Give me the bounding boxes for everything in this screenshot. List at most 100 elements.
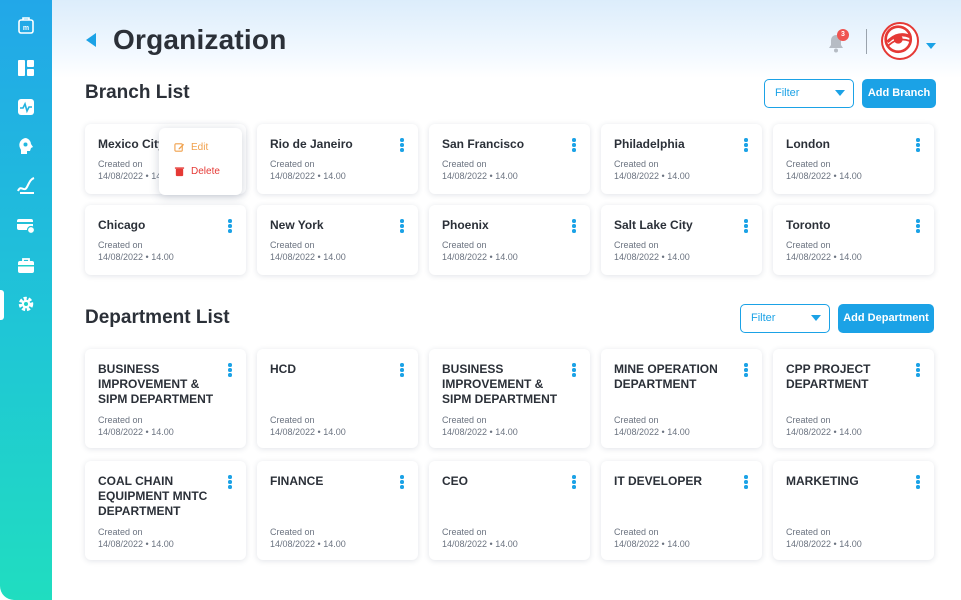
- branch-card[interactable]: New York Created on 14/08/2022 • 14.00: [257, 205, 418, 275]
- department-filter-select[interactable]: Filter: [740, 304, 830, 333]
- back-button[interactable]: [84, 31, 98, 49]
- card-settings-icon[interactable]: [14, 213, 38, 237]
- card-title: Rio de Janeiro: [270, 137, 353, 151]
- more-options-icon[interactable]: [742, 363, 750, 379]
- created-on-label: Created on: [442, 415, 487, 425]
- card-title: CPP PROJECT DEPARTMENT: [786, 362, 871, 391]
- delete-menu-item[interactable]: Delete: [174, 163, 220, 179]
- card-title: Philadelphia: [614, 137, 685, 151]
- more-options-icon[interactable]: [570, 138, 578, 154]
- branch-card[interactable]: Phoenix Created on 14/08/2022 • 14.00: [429, 205, 590, 275]
- svg-text:m: m: [23, 25, 29, 32]
- branch-card[interactable]: Salt Lake City Created on 14/08/2022 • 14.…: [601, 205, 762, 275]
- branch-card[interactable]: San Francisco Created on 14/08/2022 • 14.0…: [429, 124, 590, 194]
- branch-card[interactable]: Rio de Janeiro Created on 14/08/2022 • 14.…: [257, 124, 418, 194]
- card-title: Salt Lake City: [614, 218, 693, 232]
- more-options-icon[interactable]: [226, 219, 234, 235]
- card-title: BUSINESS IMPROVEMENT & SIPM DEPARTMENT: [442, 362, 558, 406]
- branch-card[interactable]: London Created on 14/08/2022 • 14.00: [773, 124, 934, 194]
- department-card[interactable]: MARKETING Created on 14/08/2022 • 14.00: [773, 461, 934, 560]
- more-options-icon[interactable]: [914, 219, 922, 235]
- created-on-label: Created on: [786, 527, 831, 537]
- card-title: BUSINESS IMPROVEMENT & SIPM DEPARTMENT: [98, 362, 214, 406]
- edit-icon: [174, 142, 185, 152]
- created-date: 14/08/2022 • 14.00: [786, 171, 862, 181]
- account-dropdown-toggle[interactable]: [925, 37, 937, 49]
- card-title: HCD: [270, 362, 296, 376]
- card-title: IT DEVELOPER: [614, 474, 703, 488]
- created-on-label: Created on: [786, 159, 831, 169]
- more-options-icon[interactable]: [398, 219, 406, 235]
- created-on-label: Created on: [442, 240, 487, 250]
- card-title: New York: [270, 218, 324, 232]
- add-branch-button[interactable]: Add Branch: [862, 79, 936, 108]
- branch-list-title: Branch List: [85, 82, 190, 103]
- created-on-label: Created on: [614, 415, 659, 425]
- more-options-icon[interactable]: [570, 219, 578, 235]
- card-title: London: [786, 137, 830, 151]
- more-options-icon[interactable]: [398, 475, 406, 491]
- department-card[interactable]: MINE OPERATION DEPARTMENT Created on 14/08…: [601, 349, 762, 448]
- department-card[interactable]: FINANCE Created on 14/08/2022 • 14.00: [257, 461, 418, 560]
- add-department-button[interactable]: Add Department: [838, 304, 934, 333]
- created-date: 14/08/2022 • 14.00: [98, 427, 174, 437]
- department-list-title: Department List: [85, 307, 230, 328]
- branch-card[interactable]: Chicago Created on 14/08/2022 • 14.00: [85, 205, 246, 275]
- created-on-label: Created on: [786, 240, 831, 250]
- more-options-icon[interactable]: [742, 219, 750, 235]
- created-date: 14/08/2022 • 14.00: [270, 539, 346, 549]
- more-options-icon[interactable]: [914, 363, 922, 379]
- gear-icon[interactable]: [14, 292, 38, 316]
- card-title: COAL CHAIN EQUIPMENT MNTC DEPARTMENT: [98, 474, 208, 518]
- more-options-icon[interactable]: [742, 138, 750, 154]
- department-card[interactable]: BUSINESS IMPROVEMENT & SIPM DEPARTMENT Cr…: [85, 349, 246, 448]
- card-title: MARKETING: [786, 474, 859, 488]
- trash-icon: [174, 166, 185, 176]
- chevron-down-icon: [926, 43, 936, 49]
- created-on-label: Created on: [270, 527, 315, 537]
- created-on-label: Created on: [614, 240, 659, 250]
- header-divider: [866, 29, 867, 54]
- department-card[interactable]: HCD Created on 14/08/2022 • 14.00: [257, 349, 418, 448]
- created-date: 14/08/2022 • 14.00: [786, 427, 862, 437]
- department-card[interactable]: CEO Created on 14/08/2022 • 14.00: [429, 461, 590, 560]
- more-options-icon[interactable]: [398, 363, 406, 379]
- branch-card[interactable]: Toronto Created on 14/08/2022 • 14.00: [773, 205, 934, 275]
- more-options-icon[interactable]: [742, 475, 750, 491]
- card-title: Chicago: [98, 218, 146, 232]
- created-on-label: Created on: [98, 159, 143, 169]
- created-date: 14/08/2022 • 14.00: [442, 539, 518, 549]
- department-card[interactable]: BUSINESS IMPROVEMENT & SIPM DEPARTMENT Cr…: [429, 349, 590, 448]
- notification-badge: 3: [837, 29, 849, 41]
- more-options-icon[interactable]: [914, 475, 922, 491]
- more-options-icon[interactable]: [914, 138, 922, 154]
- caret-down-icon: [835, 90, 845, 96]
- edit-menu-item[interactable]: Edit: [174, 139, 208, 155]
- created-date: 14/08/2022 • 14.00: [270, 252, 346, 262]
- chart-icon[interactable]: [14, 173, 38, 197]
- created-on-label: Created on: [442, 159, 487, 169]
- created-date: 14/08/2022 • 14.00: [786, 252, 862, 262]
- more-options-icon[interactable]: [226, 363, 234, 379]
- edit-label: Edit: [191, 141, 209, 153]
- branch-filter-select[interactable]: Filter: [764, 79, 854, 108]
- department-card[interactable]: COAL CHAIN EQUIPMENT MNTC DEPARTMENT Crea…: [85, 461, 246, 560]
- branch-card[interactable]: Philadelphia Created on 14/08/2022 • 14.00: [601, 124, 762, 194]
- more-options-icon[interactable]: [398, 138, 406, 154]
- dashboard-icon[interactable]: [14, 56, 38, 80]
- department-card[interactable]: IT DEVELOPER Created on 14/08/2022 • 14.00: [601, 461, 762, 560]
- created-date: 14/08/2022 • 14.00: [270, 171, 346, 181]
- avatar[interactable]: [881, 22, 919, 60]
- created-date: 14/08/2022 • 14.00: [614, 252, 690, 262]
- brain-icon[interactable]: [14, 134, 38, 158]
- briefcase-icon[interactable]: [14, 253, 38, 277]
- more-options-icon[interactable]: [226, 475, 234, 491]
- card-title: FINANCE: [270, 474, 324, 488]
- more-options-icon[interactable]: [570, 475, 578, 491]
- department-card[interactable]: CPP PROJECT DEPARTMENT Created on 14/08/20…: [773, 349, 934, 448]
- card-title: Phoenix: [442, 218, 489, 232]
- more-options-icon[interactable]: [570, 363, 578, 379]
- activity-icon[interactable]: [14, 95, 38, 119]
- created-on-label: Created on: [786, 415, 831, 425]
- logo-icon[interactable]: m: [14, 13, 38, 37]
